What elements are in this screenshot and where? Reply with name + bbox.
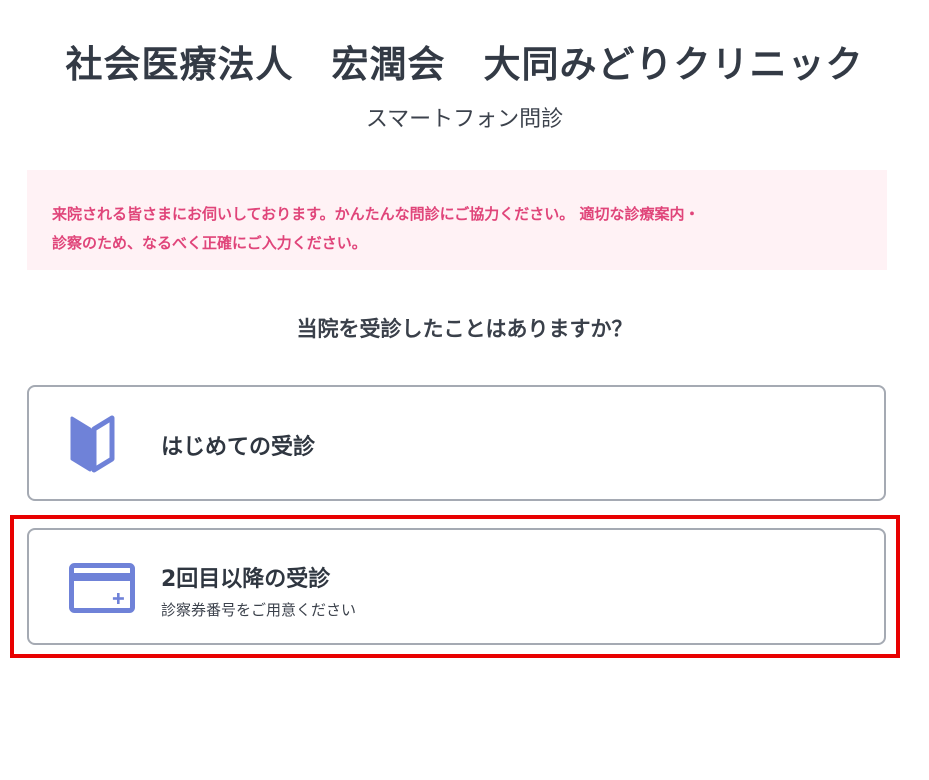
return-visit-button[interactable]: 2回目以降の受診 診察券番号をご用意ください — [27, 528, 886, 645]
notice-line-2: 診察のため、なるべく正確にご入力ください。 — [52, 234, 367, 252]
notice-banner: 来院される皆さまにお伺いしております。かんたんな問診にご協力ください。 適切な診… — [27, 170, 887, 270]
clinic-title: 社会医療法人 宏潤会 大同みどりクリニック — [65, 43, 864, 86]
card-icon — [69, 563, 135, 617]
return-visit-sublabel: 診察券番号をご用意ください — [161, 601, 357, 619]
beginner-mark-icon — [69, 414, 115, 478]
first-visit-label: はじめての受診 — [161, 435, 316, 460]
first-visit-button[interactable]: はじめての受診 — [27, 385, 886, 501]
visit-question: 当院を受診したことはありますか？ — [296, 317, 633, 341]
return-visit-label: 2回目以降の受診 — [161, 567, 331, 592]
page-subtitle: スマートフォン問診 — [365, 107, 564, 132]
notice-line-1: 来院される皆さまにお伺いしております。かんたんな問診にご協力ください。 適切な診… — [52, 205, 700, 223]
